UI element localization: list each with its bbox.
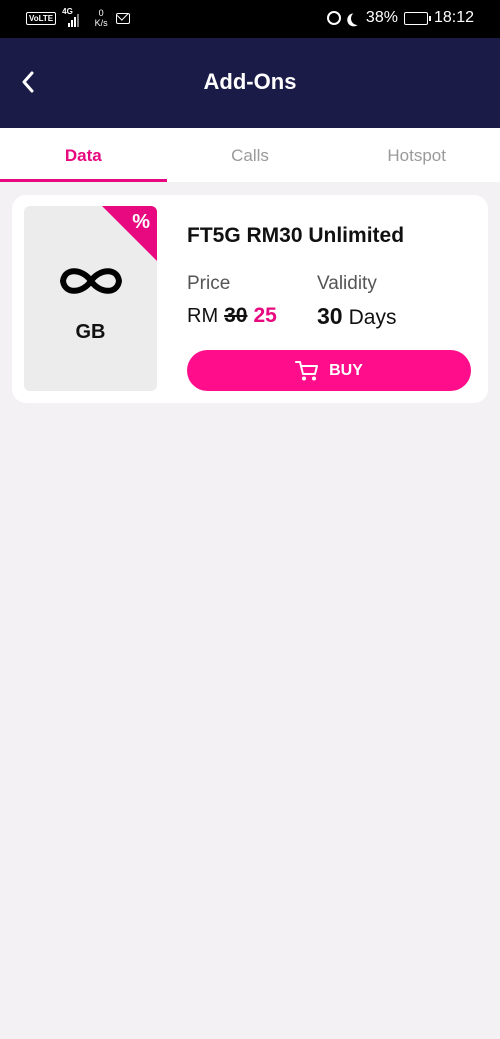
tab-calls[interactable]: Calls [167,128,334,182]
cart-icon [295,360,319,380]
tab-data[interactable]: Data [0,128,167,182]
addon-card[interactable]: % GB FT5G RM30 Unlimited Price Validity … [12,195,488,403]
data-unit: GB [75,321,106,343]
moon-icon [349,10,366,27]
battery-percent: 38% [365,9,398,26]
alarm-icon [326,11,341,25]
network-speed: 0 K/s [92,8,110,28]
clock: 18:12 [433,9,474,26]
buy-label: BUY [329,361,363,379]
price-value: RM 30 25 [187,304,277,328]
validity-value: 30 Days [317,303,396,330]
tab-bar: Data Calls Hotspot [0,128,500,182]
battery-icon [403,11,431,25]
old-price: 30 [224,304,248,327]
app-header: Add-Ons [0,38,500,128]
buy-button[interactable]: BUY [187,350,471,391]
new-price: 25 [253,304,277,327]
plan-thumbnail: % GB [24,206,157,391]
validity-number: 30 [317,303,343,329]
price-label: Price [187,273,231,294]
tab-hotspot[interactable]: Hotspot [333,128,500,182]
validity-unit: Days [348,306,397,329]
gmail-icon [116,12,131,24]
speed-value: 0 [98,8,104,18]
plan-name: FT5G RM30 Unlimited [187,224,405,247]
validity-label: Validity [317,273,377,294]
volte-indicator: VoLTE [26,11,57,25]
status-right: 38% 18:12 [326,9,474,27]
status-left: VoLTE 4G 0 K/s [26,7,131,28]
status-bar: VoLTE 4G 0 K/s 38% 18:12 [0,0,500,38]
signal-icon: 4G [62,7,86,27]
speed-unit: K/s [94,18,108,28]
infinity-icon [24,261,157,301]
currency: RM [187,305,219,327]
discount-badge: % [132,211,150,233]
page-title: Add-Ons [203,69,297,94]
